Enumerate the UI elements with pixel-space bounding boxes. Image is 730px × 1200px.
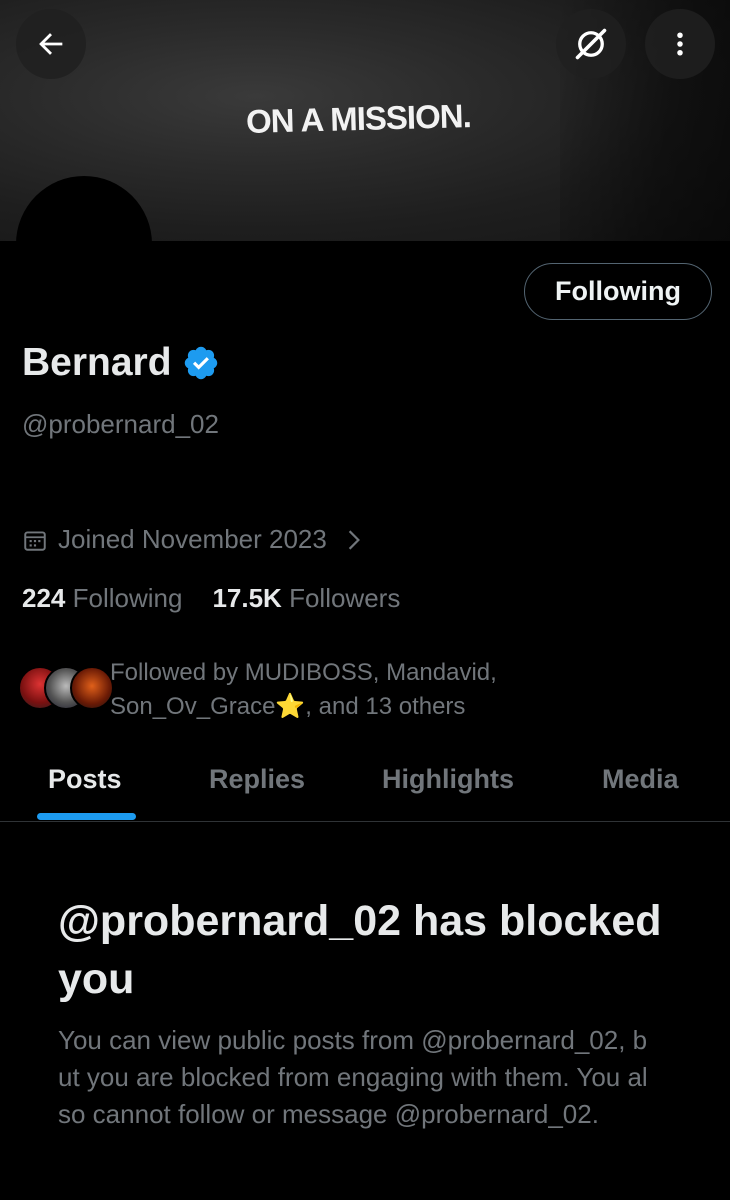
tab-media[interactable]: Media (602, 764, 679, 795)
tab-replies[interactable]: Replies (209, 764, 305, 795)
display-name: Bernard (22, 341, 172, 384)
followers-label: Followers (289, 583, 401, 613)
back-button[interactable] (16, 9, 86, 79)
grok-icon (575, 28, 607, 60)
calendar-icon (24, 530, 46, 551)
profile-handle: @probernard_02 (22, 409, 219, 439)
more-vertical-icon (677, 32, 683, 56)
following-label: Following (72, 583, 183, 613)
active-tab-indicator (37, 813, 136, 820)
joined-date-row[interactable]: Joined November 2023 (22, 524, 363, 555)
blocked-title: @probernard_02 has blocked you (58, 897, 662, 1003)
following-stat[interactable]: 224 Following (22, 583, 182, 614)
profile-tabs: Posts Replies Highlights Media (0, 750, 730, 822)
tab-posts[interactable]: Posts (48, 764, 122, 795)
blocked-message: You can view public posts from @proberna… (58, 1025, 648, 1129)
followed-by-row[interactable]: Followed by MUDIBOSS, Mandavid, Son_Ov_G… (18, 656, 497, 724)
verified-badge-icon[interactable] (182, 344, 220, 382)
banner-text: ON A MISSION. (245, 97, 472, 140)
name-row: Bernard (22, 341, 220, 385)
arrow-left-icon (39, 33, 63, 55)
stats-row: 224 Following 17.5K Followers (22, 583, 430, 614)
following-button[interactable]: Following (524, 263, 712, 320)
tab-highlights[interactable]: Highlights (382, 764, 514, 795)
joined-date: Joined November 2023 (58, 524, 327, 554)
followed-by-line: Followed by MUDIBOSS, Mandavid, (110, 659, 497, 686)
following-count: 224 (22, 583, 66, 613)
followers-count: 17.5K (212, 583, 282, 613)
mutual-avatar (70, 666, 114, 710)
mutual-avatars (18, 662, 114, 714)
profile-avatar[interactable] (16, 176, 152, 312)
chevron-right-icon (348, 529, 360, 550)
grok-button[interactable] (556, 9, 626, 79)
followed-by-text: Followed by MUDIBOSS, Mandavid, Son_Ov_G… (110, 656, 497, 724)
followed-by-line: Son_Ov_Grace⭐, and 13 others (110, 693, 466, 720)
followers-stat[interactable]: 17.5K Followers (212, 583, 400, 614)
more-button[interactable] (645, 9, 715, 79)
